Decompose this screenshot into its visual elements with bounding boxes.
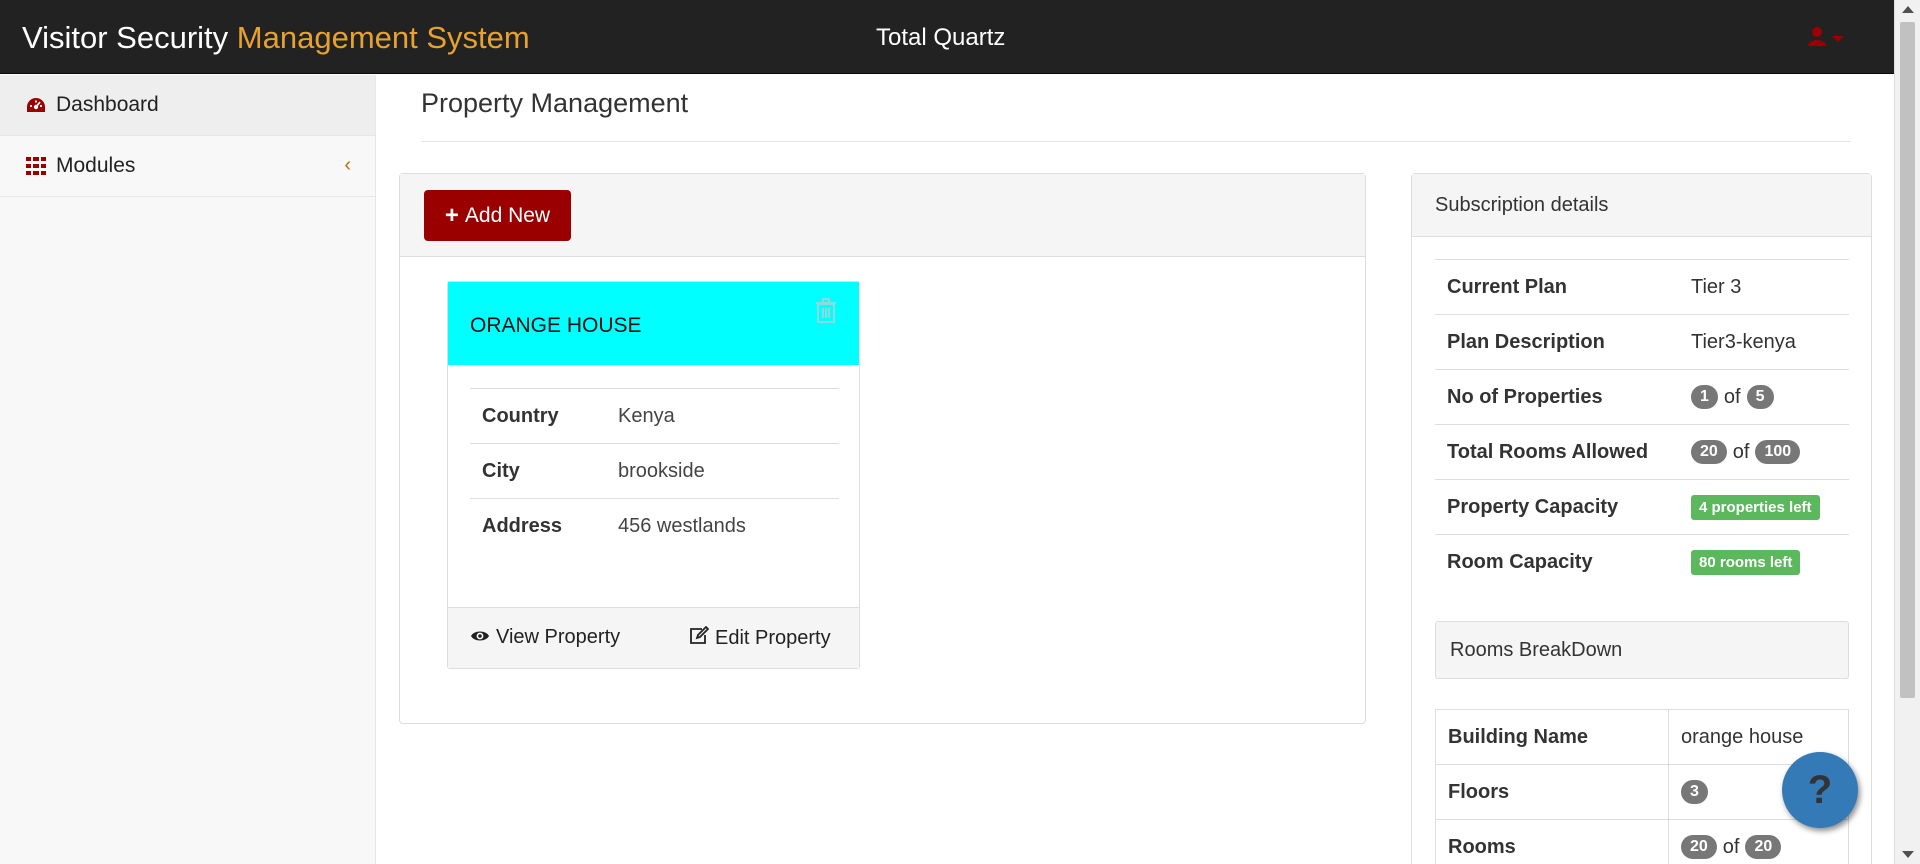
page-title: Property Management <box>421 88 689 118</box>
table-row: Address 456 westlands <box>470 498 839 553</box>
add-new-button[interactable]: + Add New <box>424 190 571 241</box>
table-row: Building Name orange house <box>1436 710 1848 765</box>
property-card: ORANGE HOUSE Country Kenya City brooksid… <box>447 281 860 669</box>
grid-icon <box>26 157 48 175</box>
property-field-value: Kenya <box>618 404 675 427</box>
property-field-value: 456 westlands <box>618 514 746 537</box>
user-icon <box>1808 26 1826 51</box>
property-details-table: Country Kenya City brookside Address 456… <box>470 388 839 553</box>
table-row: Rooms 20 of 20 <box>1436 820 1848 864</box>
app-brand[interactable]: Visitor Security Management System <box>22 20 530 56</box>
sidebar-item-label: Dashboard <box>56 93 159 116</box>
rooms-value: 20 of 20 <box>1669 820 1782 864</box>
property-field-label: Country <box>482 404 559 427</box>
table-row: Current Plan Tier 3 <box>1435 259 1849 314</box>
eye-icon <box>470 626 490 649</box>
view-property-label: View Property <box>496 626 621 648</box>
chevron-left-icon[interactable]: ‹ <box>344 154 351 177</box>
view-property-link[interactable]: View Property <box>470 626 620 649</box>
plan-description-value: Tier3-kenya <box>1691 330 1796 353</box>
scroll-up-arrow-icon[interactable] <box>1902 6 1914 13</box>
properties-panel: + Add New ORANGE HOUSE Country Kenya Cit… <box>399 173 1366 724</box>
scroll-thumb[interactable] <box>1900 22 1915 698</box>
rooms-allowed-label: Total Rooms Allowed <box>1447 440 1649 463</box>
table-row: Country Kenya <box>470 388 839 443</box>
brand-accent-text: Management System <box>236 20 530 55</box>
room-capacity-label: Room Capacity <box>1447 550 1593 573</box>
properties-panel-header: + Add New <box>400 174 1365 257</box>
table-row: Property Capacity 4 properties left <box>1435 479 1849 534</box>
edit-property-label: Edit Property <box>715 626 831 649</box>
room-capacity-value: 80 rooms left <box>1691 549 1801 575</box>
edit-icon <box>689 625 710 650</box>
properties-count-label: No of Properties <box>1447 385 1603 408</box>
vertical-scrollbar[interactable] <box>1894 0 1920 864</box>
table-row: Total Rooms Allowed 20 of 100 <box>1435 424 1849 479</box>
divider <box>421 141 1851 142</box>
rooms-label: Rooms <box>1436 820 1669 864</box>
count-badge: 5 <box>1746 385 1774 409</box>
status-badge: 4 properties left <box>1691 494 1820 520</box>
property-capacity-label: Property Capacity <box>1447 495 1619 518</box>
top-navbar: Visitor Security Management System Total… <box>0 0 1894 74</box>
current-plan-value: Tier 3 <box>1691 275 1742 298</box>
dashboard-icon <box>26 97 48 113</box>
count-badge: 100 <box>1755 440 1801 464</box>
count-badge: 1 <box>1691 385 1718 409</box>
chevron-down-icon <box>1832 35 1844 42</box>
trash-icon[interactable] <box>815 298 837 329</box>
rooms-allowed-value: 20 of 100 <box>1691 440 1801 464</box>
table-row: City brookside <box>470 443 839 498</box>
tenant-name: Total Quartz <box>876 24 1006 51</box>
table-row: No of Properties 1 of 5 <box>1435 369 1849 424</box>
table-row: Room Capacity 80 rooms left <box>1435 534 1849 589</box>
count-badge: 20 <box>1745 835 1782 859</box>
building-name-value: orange house <box>1681 725 1804 748</box>
property-field-value: brookside <box>618 459 705 482</box>
floors-value: 3 <box>1669 765 1708 819</box>
sidebar: Dashboard Modules ‹ <box>0 75 376 864</box>
of-text: of <box>1732 440 1750 463</box>
help-icon: ? <box>1807 767 1833 812</box>
property-field-label: Address <box>482 514 563 537</box>
user-menu-toggle[interactable] <box>1808 26 1844 51</box>
properties-count-value: 1 of 5 <box>1691 385 1774 409</box>
count-badge: 20 <box>1681 835 1717 859</box>
scroll-down-arrow-icon[interactable] <box>1902 851 1914 858</box>
rooms-breakdown-header: Rooms BreakDown <box>1435 621 1849 679</box>
sidebar-item-modules[interactable]: Modules ‹ <box>0 136 375 197</box>
count-badge: 20 <box>1691 440 1727 464</box>
table-row: Plan Description Tier3-kenya <box>1435 314 1849 369</box>
subscription-panel-header: Subscription details <box>1412 174 1871 237</box>
plan-description-label: Plan Description <box>1447 330 1605 353</box>
sidebar-item-label: Modules <box>56 154 136 177</box>
add-new-label: Add New <box>464 203 551 227</box>
property-card-header: ORANGE HOUSE <box>448 282 859 365</box>
status-badge: 80 rooms left <box>1691 549 1801 575</box>
property-name: ORANGE HOUSE <box>470 314 642 337</box>
plus-icon: + <box>444 201 459 229</box>
help-button[interactable]: ? <box>1782 752 1858 828</box>
current-plan-label: Current Plan <box>1447 275 1568 298</box>
property-card-footer: View Property Edit Property <box>448 607 859 668</box>
property-field-label: City <box>482 459 520 482</box>
floors-label: Floors <box>1436 765 1669 819</box>
brand-primary-text: Visitor Security <box>22 20 229 55</box>
subscription-table: Current Plan Tier 3 Plan Description Tie… <box>1435 259 1849 589</box>
property-capacity-value: 4 properties left <box>1691 494 1820 520</box>
of-text: of <box>1723 385 1741 408</box>
edit-property-link[interactable]: Edit Property <box>689 625 831 650</box>
count-badge: 3 <box>1681 780 1708 804</box>
building-name-label: Building Name <box>1436 710 1669 764</box>
sidebar-item-dashboard[interactable]: Dashboard <box>0 75 375 136</box>
of-text: of <box>1722 835 1740 858</box>
